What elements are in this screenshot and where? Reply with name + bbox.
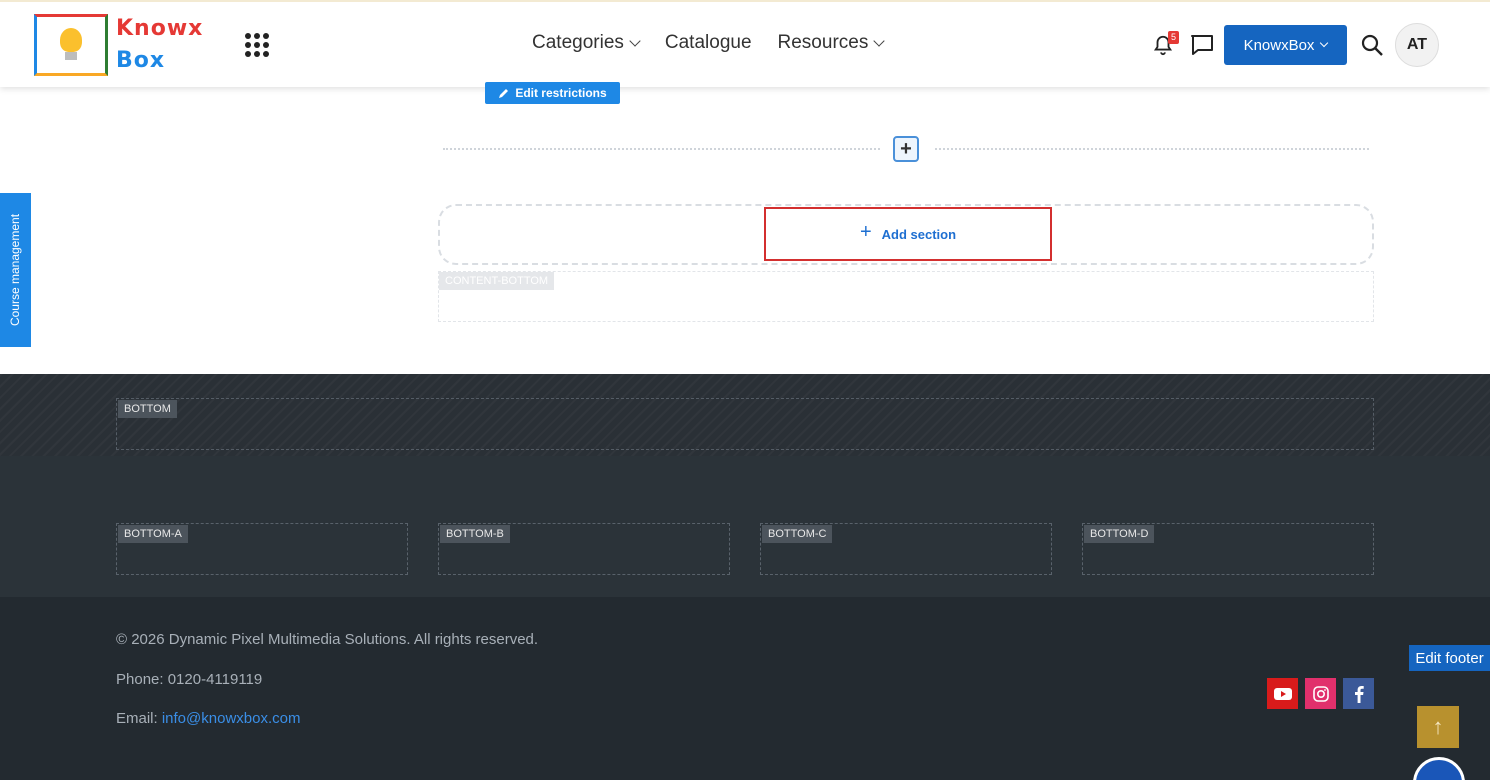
email-link[interactable]: info@knowxbox.com bbox=[162, 710, 301, 727]
copyright-text: © 2026 Dynamic Pixel Multimedia Solution… bbox=[116, 631, 539, 648]
bottom-d-label: BOTTOM-D bbox=[1084, 525, 1155, 543]
content-bottom-label: CONTENT-BOTTOM bbox=[439, 272, 555, 290]
site-logo[interactable]: Knowx Box bbox=[34, 14, 206, 78]
main-nav: Categories Catalogue Resources bbox=[532, 32, 886, 54]
phone-text: Phone: 0120-4119119 bbox=[116, 671, 263, 688]
bottom-label: BOTTOM bbox=[118, 400, 177, 418]
chevron-down-icon bbox=[629, 34, 641, 47]
add-section-label: Add section bbox=[881, 226, 957, 242]
chevron-down-icon bbox=[873, 34, 886, 47]
bottom-d-region: BOTTOM-D bbox=[1082, 523, 1374, 575]
bottom-region: BOTTOM bbox=[116, 398, 1374, 450]
bottom-b-label: BOTTOM-B bbox=[440, 525, 510, 543]
nav-catalogue[interactable]: Catalogue bbox=[665, 32, 752, 54]
logo-text-box: Box bbox=[116, 48, 166, 73]
add-activity-button[interactable]: + bbox=[893, 136, 919, 162]
chat-icon[interactable] bbox=[1190, 34, 1214, 56]
divider-right bbox=[935, 148, 1369, 150]
logo-text-knowx: Knowx bbox=[116, 16, 204, 41]
plus-icon: + bbox=[859, 221, 872, 243]
instagram-icon[interactable] bbox=[1305, 678, 1336, 709]
apps-grid-icon[interactable] bbox=[245, 33, 269, 57]
add-section-button[interactable]: + Add section bbox=[764, 207, 1052, 261]
page: Knowx Box Categories Catalogue Resources… bbox=[0, 0, 1490, 780]
account-menu-label: KnowxBox bbox=[1243, 36, 1315, 54]
bottom-b-region: BOTTOM-B bbox=[438, 523, 730, 575]
nav-categories[interactable]: Categories bbox=[532, 32, 641, 54]
user-avatar[interactable]: AT bbox=[1395, 23, 1439, 67]
notification-badge: 5 bbox=[1168, 31, 1179, 44]
edit-restrictions-button[interactable]: Edit restrictions bbox=[485, 82, 620, 104]
lightbulb-base bbox=[65, 52, 77, 60]
bottom-c-label: BOTTOM-C bbox=[762, 525, 833, 543]
back-to-top-button[interactable]: ↑ bbox=[1417, 706, 1459, 748]
search-icon[interactable] bbox=[1360, 33, 1384, 57]
facebook-icon[interactable] bbox=[1343, 678, 1374, 709]
nav-resources-label: Resources bbox=[777, 32, 869, 53]
divider-left bbox=[443, 148, 880, 150]
account-menu-button[interactable]: KnowxBox bbox=[1224, 25, 1347, 65]
edit-restrictions-label: Edit restrictions bbox=[515, 86, 607, 100]
youtube-icon[interactable] bbox=[1267, 678, 1298, 709]
pencil-icon bbox=[499, 89, 509, 98]
course-management-tab[interactable]: Course management bbox=[0, 193, 31, 347]
content-bottom-region: CONTENT-BOTTOM bbox=[438, 271, 1374, 322]
lightbulb-icon bbox=[60, 28, 82, 52]
nav-catalogue-label: Catalogue bbox=[664, 32, 752, 53]
site-header: Knowx Box Categories Catalogue Resources… bbox=[0, 0, 1490, 87]
bottom-a-region: BOTTOM-A bbox=[116, 523, 408, 575]
nav-categories-label: Categories bbox=[532, 32, 624, 53]
nav-resources[interactable]: Resources bbox=[777, 32, 886, 54]
email-label: Email: bbox=[116, 710, 162, 727]
bottom-c-region: BOTTOM-C bbox=[760, 523, 1052, 575]
bottom-a-label: BOTTOM-A bbox=[118, 525, 188, 543]
email-text: Email: info@knowxbox.com bbox=[116, 710, 300, 727]
course-management-label: Course management bbox=[8, 213, 23, 327]
chevron-down-icon bbox=[1320, 38, 1329, 47]
edit-footer-button[interactable]: Edit footer bbox=[1409, 645, 1490, 671]
